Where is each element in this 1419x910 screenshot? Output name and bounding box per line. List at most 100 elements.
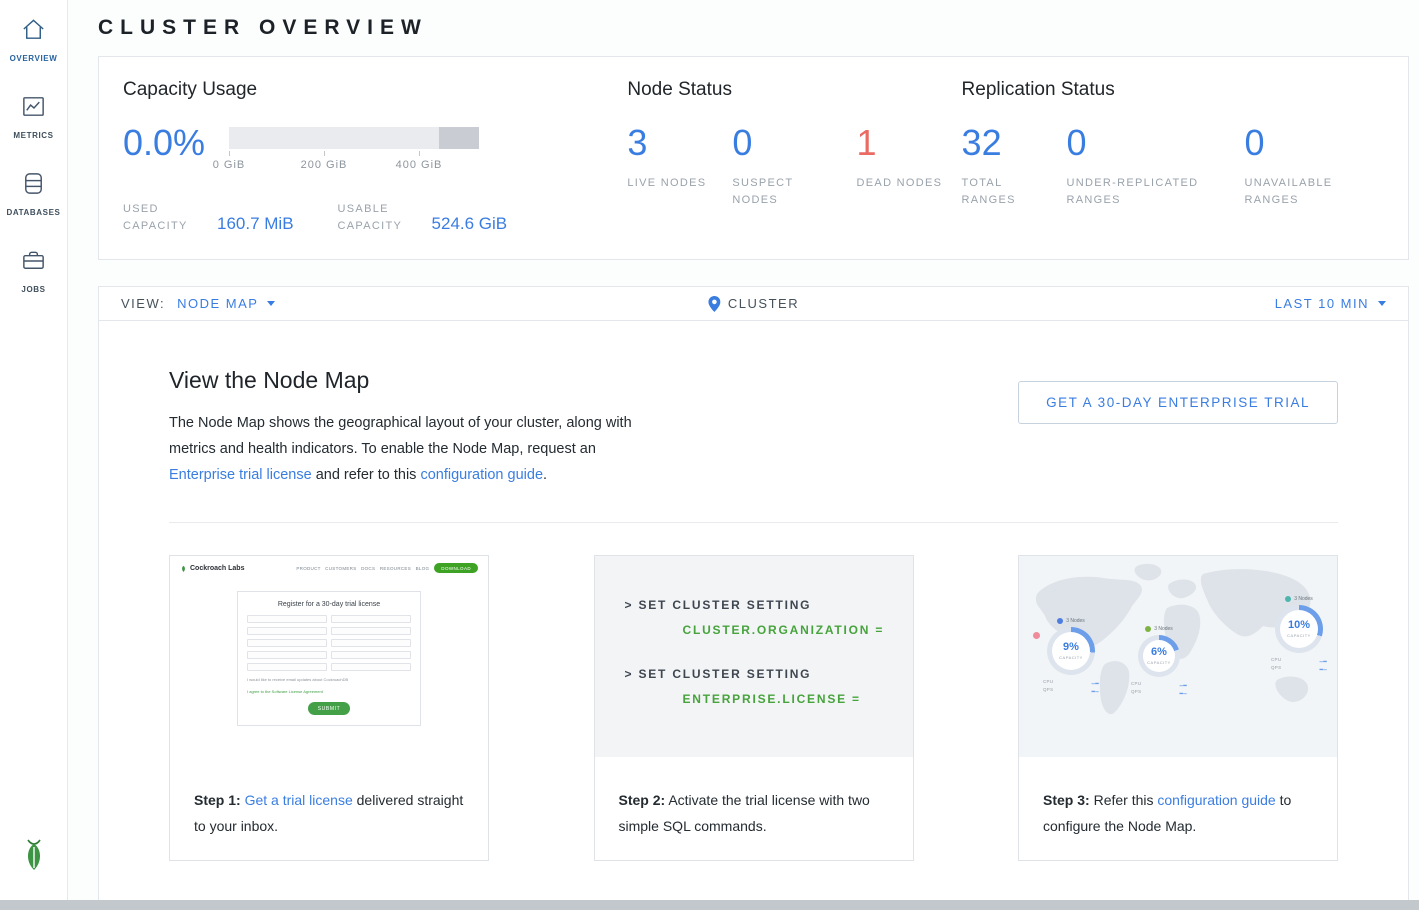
sql-command-line: > SET CLUSTER SETTING [625,598,913,612]
submit-button-mock: SUBMIT [308,702,350,715]
locality-widget: 3 Nodes 9% CAPACITY CPU▁▂ QPS▂▁ [1043,618,1099,694]
home-icon [20,16,47,48]
chevron-down-icon [1378,301,1386,306]
qps-label: QPS [1043,686,1053,694]
step2-label: Step 2: [619,792,666,808]
total-ranges-value: 32 [962,125,1051,161]
form-field [247,651,327,659]
form-field [247,663,327,671]
step3-card: 3 Nodes 9% CAPACITY CPU▁▂ QPS▂▁ [1018,555,1338,861]
qps-label: QPS [1131,688,1141,696]
axis-tick-label: 0 GiB [213,159,246,171]
total-ranges-label: TOTAL RANGES [962,175,1051,209]
under-replicated-ranges-value: 0 [1067,125,1229,161]
step3-label: Step 3: [1043,792,1090,808]
capacity-usage-title: Capacity Usage [123,79,627,101]
node-map-description: The Node Map shows the geographical layo… [169,410,643,488]
configuration-guide-link[interactable]: configuration guide [1157,792,1275,808]
under-replicated-ranges-label: UNDER-REPLICATED RANGES [1067,175,1217,209]
cockroach-labs-logo-icon [19,837,49,878]
cockroach-labs-brand: Cockroach Labs [180,564,244,573]
usable-capacity-value: 524.6 GiB [432,214,508,235]
live-nodes-stat: 3 LIVE NODES [627,125,716,209]
email-updates-note: I would like to receive email updates ab… [247,676,411,683]
locality-tag: 3 Nodes [1057,618,1085,624]
unavailable-ranges-value: 0 [1245,125,1368,161]
cockroach-labs-logo-icon [180,564,187,573]
dead-node-dot [1033,632,1040,639]
qps-label: QPS [1271,664,1281,672]
capacity-donut: 9% CAPACITY [1047,627,1095,675]
description-text: . [543,467,547,483]
sidebar-item-label: JOBS [21,285,45,294]
divider [169,522,1338,523]
locality-dot-icon [1285,596,1291,602]
locality-dot-icon [1145,626,1151,632]
sql-setting-name: CLUSTER.ORGANIZATION = [683,623,913,637]
node-status-title: Node Status [627,79,961,101]
form-field [331,651,411,659]
cluster-summary-card: Capacity Usage 0.0% 0 GiB 200 GiB 400 Gi… [98,56,1409,260]
suspect-nodes-stat: 0 SUSPECT NODES [732,125,840,209]
description-text: and refer to this [316,467,417,483]
view-selector-dropdown[interactable]: NODE MAP [177,296,275,311]
cluster-breadcrumb: CLUSTER [708,296,799,312]
used-capacity-value: 160.7 MiB [217,214,294,235]
suspect-nodes-value: 0 [732,125,840,161]
cluster-breadcrumb-label: CLUSTER [728,296,799,311]
license-agreement-note: I agree to the Software License Agreemen… [247,688,411,695]
live-nodes-value: 3 [627,125,716,161]
sql-setting-name: ENTERPRISE.LICENSE = [683,692,913,706]
step1-label: Step 1: [194,792,241,808]
configuration-guide-link[interactable]: configuration guide [420,467,543,483]
download-pill-button: DOWNLOAD [434,563,478,573]
capacity-donut: 10% CAPACITY [1275,605,1323,653]
locality-tag: 3 Nodes [1285,596,1313,602]
capacity-percent: 10% [1288,620,1310,631]
locality-widget: 3 Nodes 6% CAPACITY CPU▁▂ QPS▂▁ [1131,626,1187,696]
under-replicated-ranges-stat: 0 UNDER-REPLICATED RANGES [1067,125,1229,209]
capacity-usage-section: Capacity Usage 0.0% 0 GiB 200 GiB 400 Gi… [123,79,627,235]
axis-tick [419,151,420,156]
sidebar-item-jobs[interactable]: JOBS [20,247,47,294]
step1-caption: Step 1: Get a trial license delivered st… [170,757,488,839]
sidebar-item-label: METRICS [13,131,53,140]
view-label: VIEW: [121,296,165,311]
page-title: CLUSTER OVERVIEW [98,16,1409,40]
step3-text: Refer this [1094,792,1154,808]
chevron-down-icon [267,301,275,306]
capacity-bar-reserved-segment [439,127,479,149]
locality-widget: 3 Nodes 10% CAPACITY CPU▁▂ QPS▂▁ [1271,596,1327,672]
node-map-title: View the Node Map [169,367,643,394]
step3-node-map-preview: 3 Nodes 9% CAPACITY CPU▁▂ QPS▂▁ [1019,556,1337,757]
sql-command-line: > SET CLUSTER SETTING [625,667,913,681]
capacity-percent: 6% [1151,647,1167,658]
form-field [331,663,411,671]
usable-capacity-label: USABLE CAPACITY [338,201,420,235]
dead-nodes-stat: 1 DEAD NODES [857,125,946,209]
sidebar-item-label: DATABASES [7,208,61,217]
dead-nodes-label: DEAD NODES [857,175,946,192]
enterprise-trial-license-link[interactable]: Enterprise trial license [169,467,312,483]
form-field [331,627,411,635]
description-text: The Node Map shows the geographical layo… [169,415,632,457]
replication-status-title: Replication Status [962,79,1384,101]
replication-status-section: Replication Status 32 TOTAL RANGES 0 UND… [962,79,1384,235]
suspect-nodes-label: SUSPECT NODES [732,175,840,209]
capacity-percent: 9% [1063,642,1079,653]
sidebar-item-label: OVERVIEW [10,54,58,63]
enterprise-trial-button[interactable]: GET A 30-DAY ENTERPRISE TRIAL [1018,381,1338,424]
get-trial-license-link[interactable]: Get a trial license [245,792,353,808]
sidebar-item-metrics[interactable]: METRICS [13,93,53,140]
unavailable-ranges-label: UNAVAILABLE RANGES [1245,175,1368,209]
step3-caption: Step 3: Refer this configuration guide t… [1019,757,1337,839]
briefcase-icon [20,247,47,279]
sidebar-item-overview[interactable]: OVERVIEW [10,16,58,63]
bottom-scrollbar-track[interactable] [0,900,1419,910]
capacity-label: CAPACITY [1059,655,1083,660]
live-nodes-label: LIVE NODES [627,175,716,192]
time-range-dropdown[interactable]: LAST 10 MIN [1275,296,1386,311]
capacity-bar: 0 GiB 200 GiB 400 GiB [229,127,479,177]
form-field [331,639,411,647]
sidebar-item-databases[interactable]: DATABASES [7,170,61,217]
